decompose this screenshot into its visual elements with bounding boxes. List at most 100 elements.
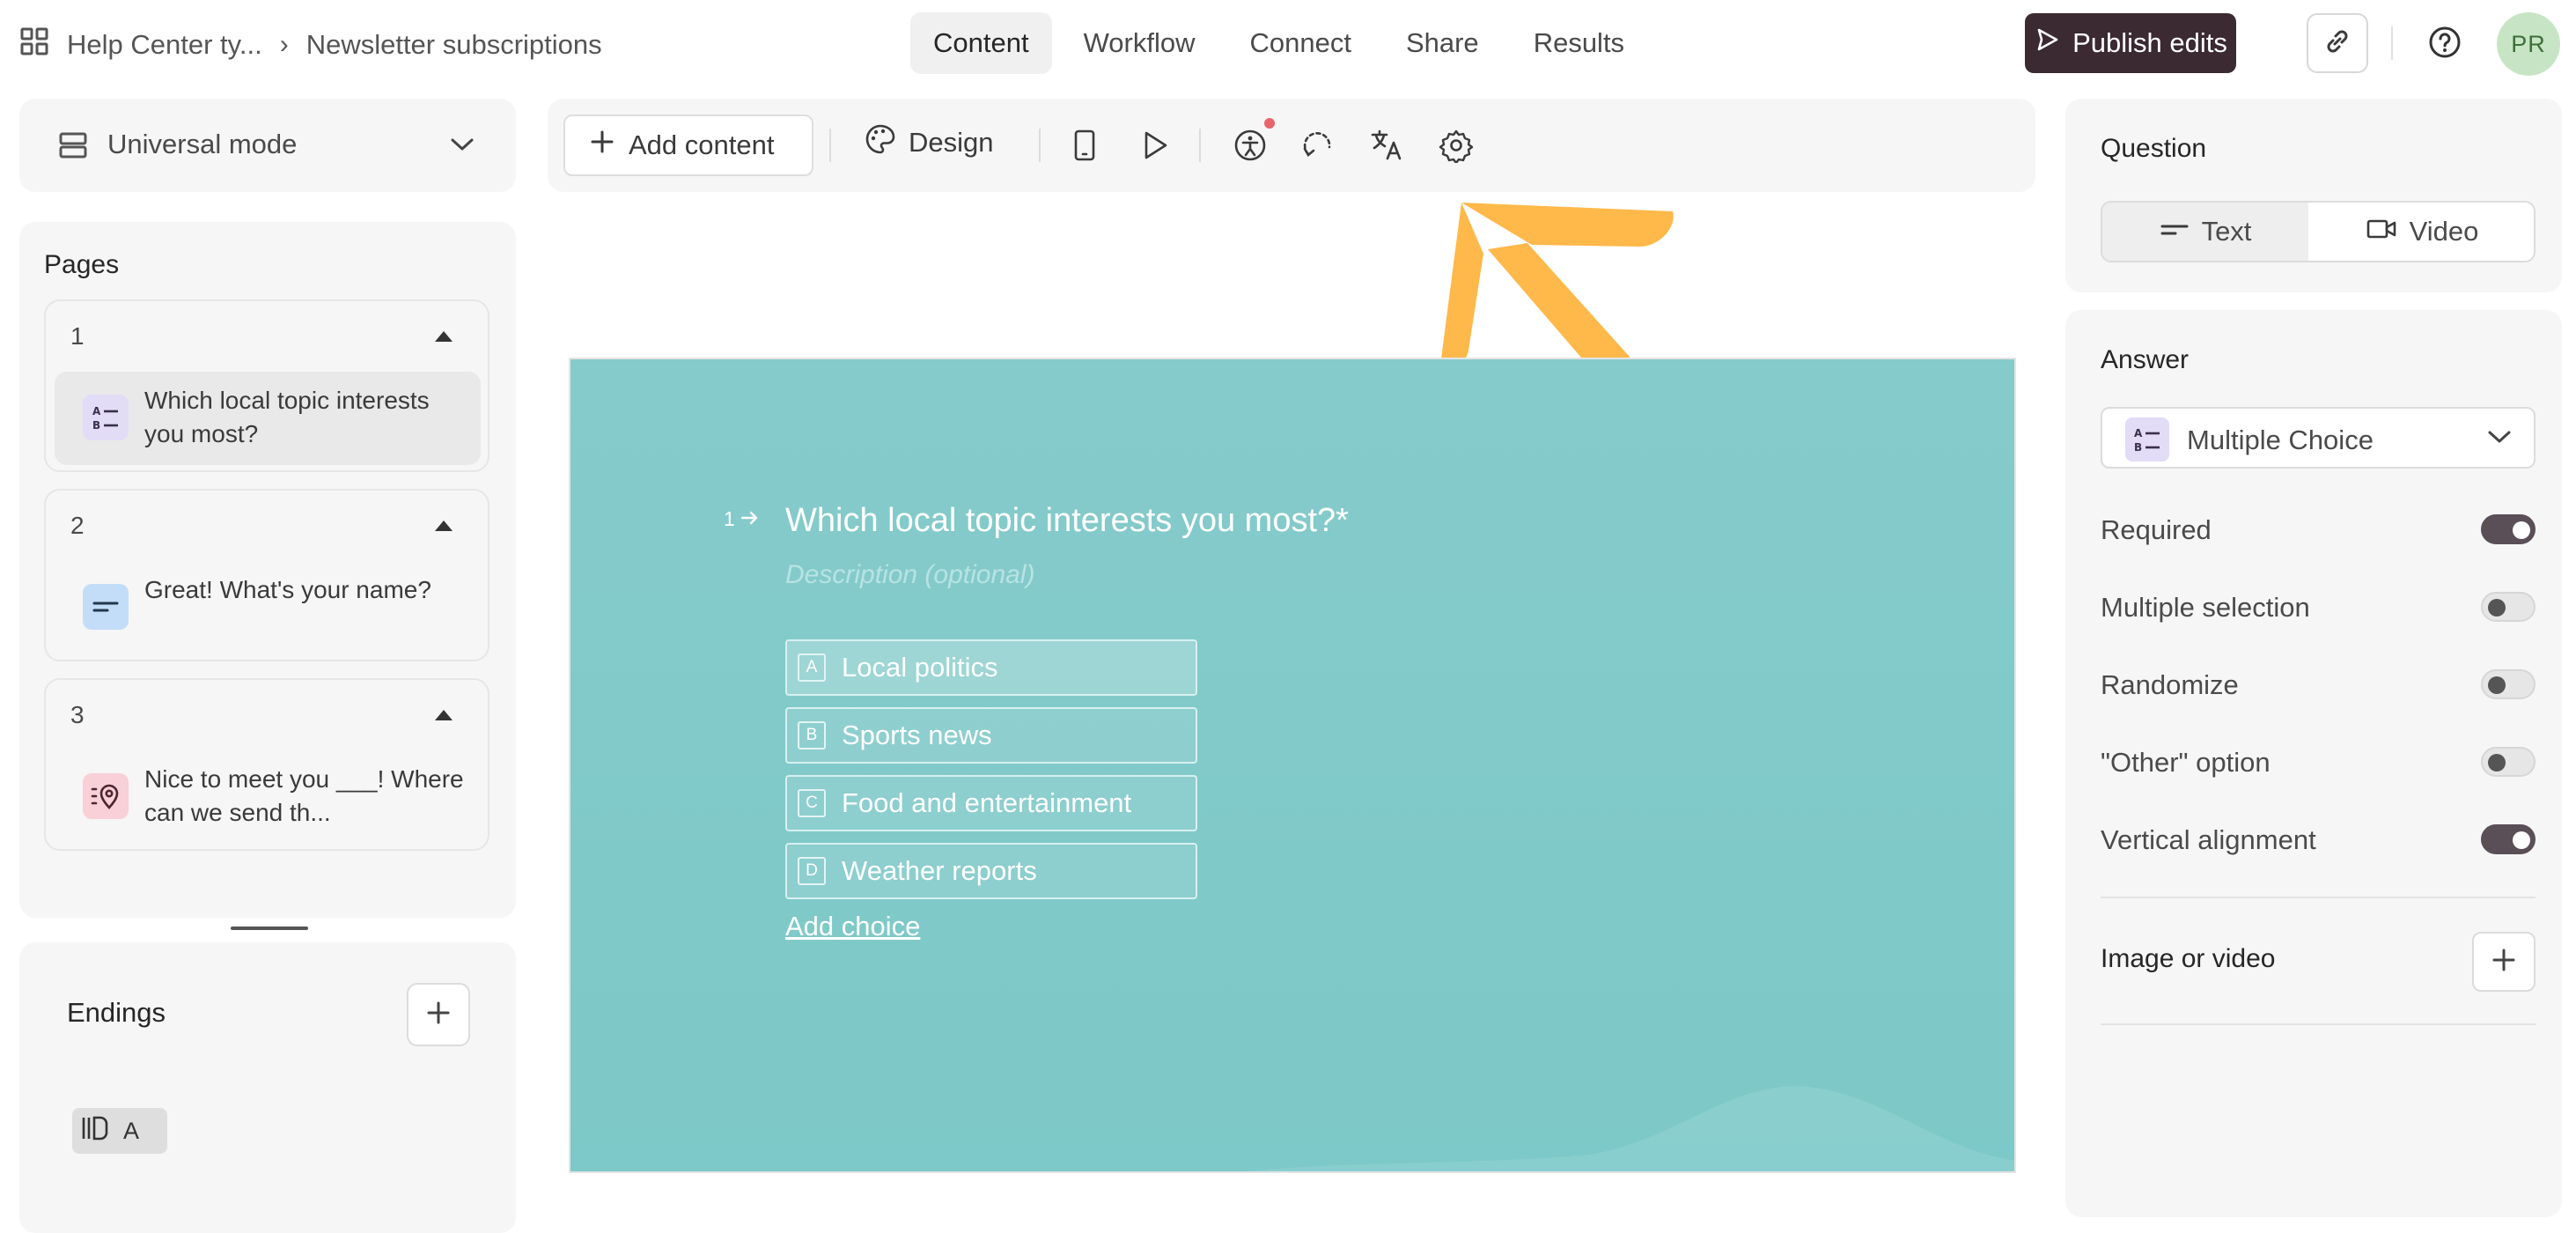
tab-workflow[interactable]: Workflow [1061, 12, 1218, 74]
svg-text:B: B [92, 419, 100, 432]
collapse-caret-icon[interactable] [435, 331, 453, 342]
answer-type-value: Multiple Choice [2187, 425, 2374, 455]
answer-type-select[interactable]: AB Multiple Choice [2101, 407, 2536, 469]
page-item[interactable]: Nice to meet you ___! Where can we send … [55, 750, 481, 844]
question-settings-panel: Question Text Video [2065, 99, 2562, 292]
page-question-text: Great! What's your name? [144, 576, 431, 603]
choice-label[interactable]: Food and entertainment [842, 787, 1131, 819]
design-button[interactable]: Design [865, 123, 994, 162]
divider [2101, 897, 2536, 898]
choice-label[interactable]: Sports news [842, 720, 992, 751]
page-card-1[interactable]: 1 AB Which local topic interests you mos… [44, 299, 489, 472]
page-card-3[interactable]: 3 Nice to meet you ___! Where can we sen… [44, 678, 489, 851]
setting-label: Required [2101, 514, 2212, 545]
required-toggle[interactable] [2481, 514, 2536, 544]
choice-label[interactable]: Weather reports [842, 855, 1037, 887]
tab-connect[interactable]: Connect [1226, 12, 1373, 74]
ending-item[interactable]: A [72, 1108, 167, 1154]
add-choice-link[interactable]: Add choice [785, 911, 920, 942]
other-option-toggle[interactable] [2481, 747, 2536, 777]
endings-panel: Endings A [19, 942, 516, 1233]
mobile-preview-icon[interactable] [1067, 128, 1102, 163]
form-canvas [569, 358, 2016, 1173]
resize-handle[interactable] [231, 927, 308, 930]
page-card-2[interactable]: 2 Great! What's your name? [44, 489, 489, 661]
ending-label: A [123, 1117, 140, 1144]
question-description-field[interactable]: Description (optional) [785, 560, 1034, 590]
publish-button[interactable]: Publish edits [2025, 13, 2236, 73]
divider [2101, 1023, 2536, 1025]
multiple-selection-toggle[interactable] [2481, 592, 2536, 622]
answer-section-title: Answer [2101, 345, 2190, 374]
svg-text:A: A [2134, 427, 2143, 439]
grid-icon[interactable] [19, 26, 49, 63]
multiple-choice-icon: AB [83, 395, 129, 440]
translate-icon[interactable] [1370, 128, 1405, 163]
page-item[interactable]: Great! What's your name? [55, 561, 481, 654]
arrow-right-icon [740, 507, 760, 531]
tab-share[interactable]: Share [1383, 12, 1502, 74]
collapse-caret-icon[interactable] [435, 710, 453, 720]
setting-multiple-selection: Multiple selection [2101, 590, 2536, 625]
help-button[interactable] [2423, 22, 2467, 66]
choice-option[interactable]: B Sports news [785, 707, 1197, 764]
choice-label[interactable]: Local politics [842, 652, 997, 683]
setting-label: Randomize [2101, 669, 2239, 700]
endings-title: Endings [67, 997, 166, 1028]
palette-icon [865, 123, 896, 162]
chevron-down-icon [2486, 428, 2513, 450]
play-icon[interactable] [1137, 128, 1173, 163]
question-type-video[interactable]: Video [2308, 203, 2534, 261]
logic-icon[interactable] [1301, 128, 1336, 163]
question-title[interactable]: Which local topic interests you most?* [785, 502, 1349, 540]
accessibility-icon[interactable] [1233, 128, 1268, 163]
send-icon [2034, 26, 2060, 60]
layers-icon [58, 130, 88, 165]
toolbar-divider [1199, 129, 1201, 162]
choice-key: A [798, 653, 826, 682]
question-number: 1 [724, 507, 760, 531]
page-item[interactable]: AB Which local topic interests you most? [55, 372, 481, 465]
setting-required: Required [2101, 513, 2536, 548]
choice-key: B [798, 721, 826, 749]
help-icon [2427, 25, 2462, 64]
choice-option[interactable]: C Food and entertainment [785, 775, 1197, 831]
svg-text:A: A [92, 405, 101, 417]
add-content-label: Add content [629, 129, 775, 160]
copy-link-button[interactable] [2307, 13, 2368, 73]
mode-selector[interactable]: Universal mode [19, 99, 516, 192]
plus-icon [590, 129, 615, 161]
page-question-text: Nice to meet you ___! Where can we send … [144, 765, 464, 826]
vertical-alignment-toggle[interactable] [2481, 824, 2536, 854]
notification-dot [1264, 118, 1275, 129]
randomize-toggle[interactable] [2481, 669, 2536, 699]
tab-results[interactable]: Results [1511, 12, 1647, 74]
avatar[interactable]: PR [2497, 12, 2560, 76]
breadcrumb-form-name[interactable]: Newsletter subscriptions [306, 29, 602, 61]
short-text-icon [83, 584, 129, 630]
image-or-video-title: Image or video [2101, 944, 2276, 973]
chevron-down-icon [449, 136, 475, 158]
svg-text:B: B [2134, 441, 2142, 454]
plus-icon [2491, 947, 2517, 978]
choice-option[interactable]: D Weather reports [785, 843, 1197, 899]
add-ending-button[interactable] [407, 983, 470, 1046]
toolbar-divider [1039, 129, 1041, 162]
settings-icon[interactable] [1439, 128, 1474, 163]
breadcrumb-workspace[interactable]: Help Center ty... [67, 29, 262, 61]
setting-vertical-alignment: Vertical alignment [2101, 823, 2536, 858]
toolbar-divider [829, 129, 831, 162]
plus-icon [425, 1000, 452, 1030]
multiple-choice-icon: AB [2125, 417, 2169, 461]
add-media-button[interactable] [2472, 932, 2536, 992]
setting-randomize: Randomize [2101, 668, 2536, 703]
setting-other-option: "Other" option [2101, 745, 2536, 780]
ending-icon [81, 1115, 109, 1148]
collapse-caret-icon[interactable] [435, 521, 453, 531]
question-type-text[interactable]: Text [2102, 203, 2308, 261]
address-icon [83, 773, 129, 819]
pages-panel: Pages 1 AB Which local topic interests y… [19, 222, 516, 918]
tab-content[interactable]: Content [910, 12, 1052, 74]
choice-option[interactable]: A Local politics [785, 639, 1197, 696]
add-content-button[interactable]: Add content [563, 114, 813, 176]
